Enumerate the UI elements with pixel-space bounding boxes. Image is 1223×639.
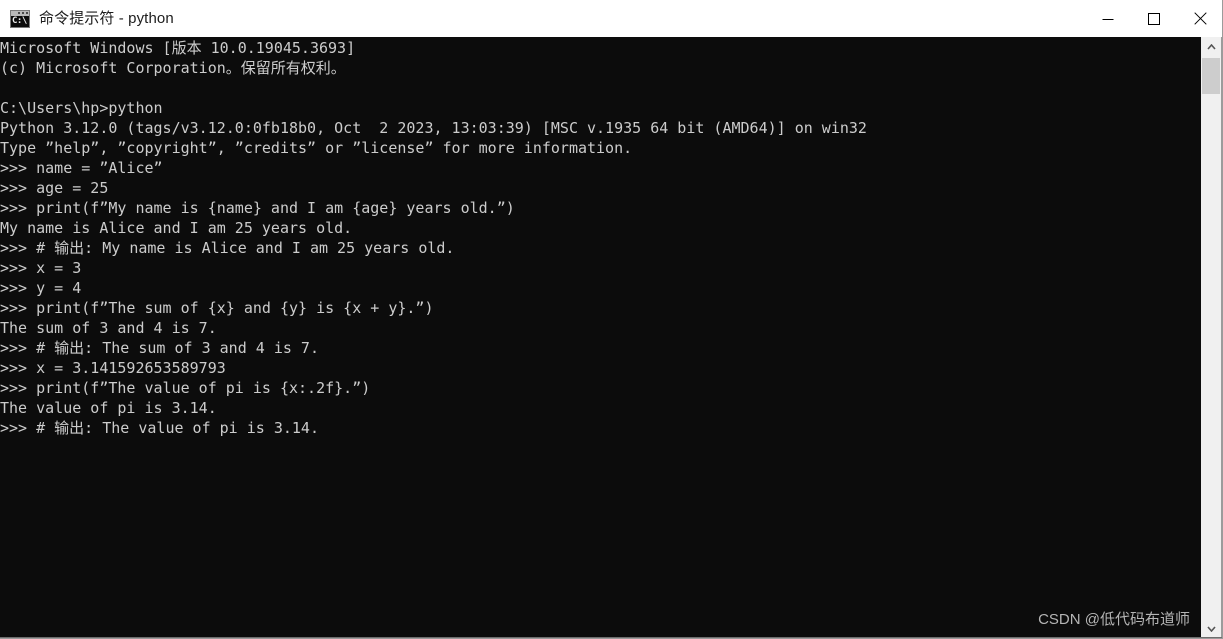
terminal-console[interactable]: Microsoft Windows [版本 10.0.19045.3693] (… xyxy=(0,37,1202,638)
close-button[interactable] xyxy=(1177,0,1222,37)
window-right-edge xyxy=(1220,37,1222,638)
scroll-up-arrow-icon[interactable] xyxy=(1202,37,1221,56)
scrollbar-thumb[interactable] xyxy=(1202,58,1221,94)
cmd-prompt-icon[interactable]: C:\ xyxy=(10,9,30,28)
icon-prompt-text: C:\ xyxy=(12,15,27,26)
minimize-button[interactable] xyxy=(1085,0,1131,37)
scroll-down-arrow-icon[interactable] xyxy=(1202,619,1221,638)
window-bottom-edge xyxy=(0,637,1222,638)
csdn-watermark: CSDN @低代码布道师 xyxy=(1038,611,1190,628)
window-title: 命令提示符 - python xyxy=(39,9,174,27)
window-titlebar[interactable]: C:\ 命令提示符 - python xyxy=(0,0,1222,37)
vertical-scrollbar[interactable] xyxy=(1201,37,1221,638)
maximize-button[interactable] xyxy=(1131,0,1177,37)
console-output-text: Microsoft Windows [版本 10.0.19045.3693] (… xyxy=(0,39,867,437)
command-prompt-window: C:\ 命令提示符 - python Microsoft Windows [版本… xyxy=(0,0,1223,639)
window-controls xyxy=(1085,0,1222,37)
